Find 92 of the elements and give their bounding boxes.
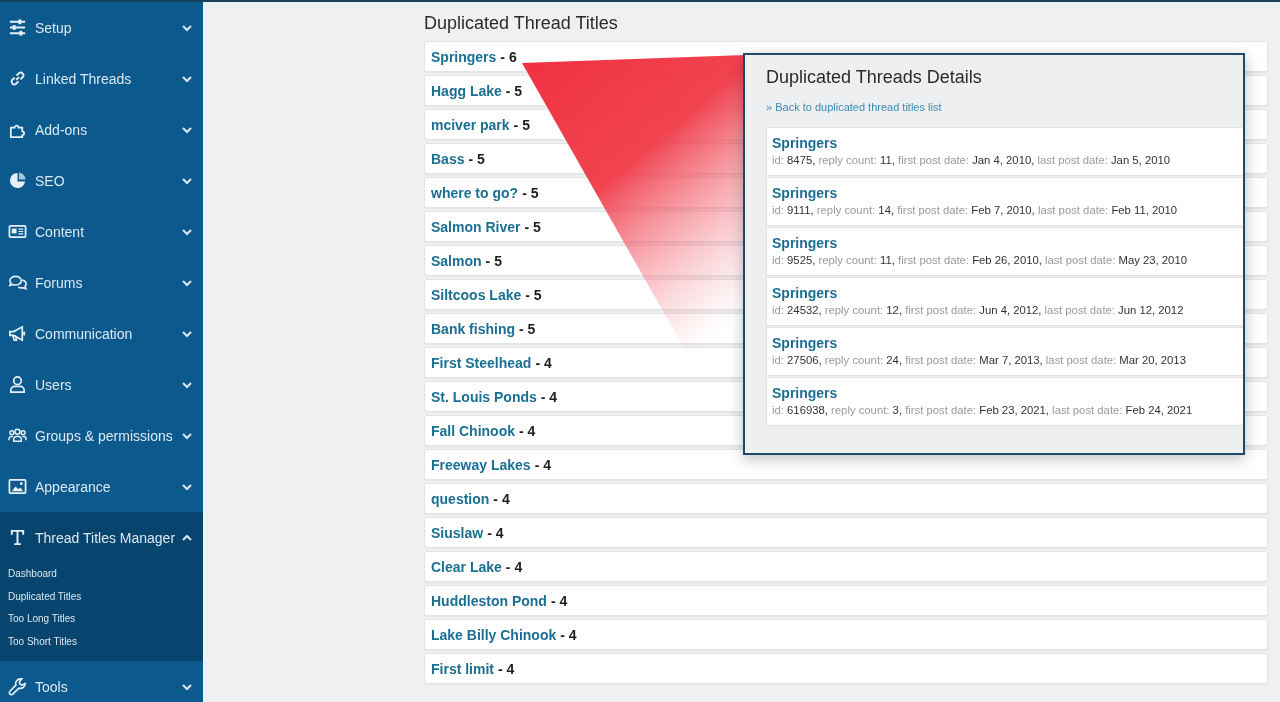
sidebar-item[interactable]: Groups & permissions	[0, 410, 203, 461]
thread-title-link[interactable]: Bass	[431, 150, 465, 167]
sidebar-item-label: Forums	[35, 274, 84, 291]
duplicate-count: - 4	[540, 388, 558, 405]
duplicate-count: - 4	[505, 558, 523, 575]
duplicate-count: - 4	[493, 490, 510, 507]
text-icon	[8, 528, 27, 547]
thread-meta: id: 9525, reply count: 11, first post date: Feb 26, 2010, last post date: May 23, 2010	[772, 253, 1188, 268]
thread-title-link[interactable]: Huddleston Pond	[431, 592, 547, 609]
page-title: Duplicated Thread Titles	[424, 12, 619, 34]
users-icon	[8, 426, 27, 445]
duplicate-count: - 4	[550, 592, 568, 609]
sidebar-item[interactable]: Linked Threads	[0, 53, 203, 104]
newspaper-icon	[8, 222, 27, 241]
duplicate-count: - 4	[487, 524, 504, 541]
sidebar-item[interactable]: Content	[0, 206, 203, 257]
thread-title-link[interactable]: Clear Lake	[431, 558, 502, 575]
duplicate-count: - 5	[525, 286, 542, 303]
duplicate-count: - 5	[519, 320, 536, 337]
thread-title-link[interactable]: Salmon	[431, 252, 482, 269]
duplicate-count: - 4	[519, 422, 536, 439]
sidebar-item[interactable]: Users	[0, 359, 203, 410]
wrench-icon	[8, 677, 27, 696]
sidebar-item[interactable]: Add-ons	[0, 104, 203, 155]
sidebar-item-label: Communication	[35, 325, 134, 342]
thread-title-link[interactable]: Fall Chinook	[431, 422, 515, 439]
thread-meta: id: 9111, reply count: 14, first post date: Feb 7, 2010, last post date: Feb 11, 2010	[772, 203, 1179, 218]
sidebar-item-label: Setup	[35, 19, 73, 36]
thread-title-link[interactable]: Springers	[431, 48, 497, 65]
thread-title-link[interactable]: Springers	[772, 335, 838, 352]
sidebar-item[interactable]: Tools	[0, 661, 203, 702]
thread-title-link[interactable]: First Steelhead	[431, 354, 532, 371]
submenu-link[interactable]: Duplicated Titles	[8, 585, 82, 608]
submenu-link[interactable]: Too Short Titles	[8, 630, 77, 653]
thread-title-link[interactable]: mciver park	[431, 116, 510, 133]
sidebar-item-label: Add-ons	[35, 121, 89, 138]
thread-meta: id: 27506, reply count: 24, first post date: Mar 7, 2013, last post date: Mar 20, 2013	[772, 353, 1187, 368]
sidebar-item-label: Linked Threads	[35, 70, 133, 87]
thread-title-link[interactable]: Salmon River	[431, 218, 521, 235]
pie-chart-icon	[8, 171, 27, 190]
sidebar-item[interactable]: Appearance	[0, 461, 203, 512]
image-icon	[8, 477, 27, 496]
popup-title: Duplicated Threads Details	[766, 66, 983, 89]
thread-title-link[interactable]: First limit	[431, 660, 494, 677]
duplicate-count: - 5	[513, 116, 530, 133]
sidebar-item-label: Groups & permissions	[35, 427, 174, 444]
duplicate-count: - 5	[522, 184, 539, 201]
submenu-link[interactable]: Dashboard	[8, 563, 57, 586]
sidebar-item[interactable]: Setup	[0, 2, 203, 53]
user-icon	[8, 375, 27, 394]
thread-title-link[interactable]: where to go?	[431, 184, 519, 201]
thread-title-link[interactable]: Bank fishing	[431, 320, 515, 337]
sidebar-item-label: Thread Titles Manager	[35, 529, 177, 546]
thread-title-link[interactable]: Springers	[772, 135, 838, 152]
thread-title-link[interactable]: Freeway Lakes	[431, 456, 531, 473]
thread-title-link[interactable]: Hagg Lake	[431, 82, 502, 99]
thread-title-link[interactable]: Lake Billy Chinook	[431, 626, 557, 643]
thread-meta: id: 616938, reply count: 3, first post date: Feb 23, 2021, last post date: Feb 24, 2021	[772, 403, 1194, 418]
thread-meta: id: 8475, reply count: 11, first post date: Jan 4, 2010, last post date: Jan 5, 2010	[772, 153, 1171, 168]
sidebar-item[interactable]: Communication	[0, 308, 203, 359]
duplicate-count: - 5	[505, 82, 523, 99]
thread-title-link[interactable]: Siltcoos Lake	[431, 286, 522, 303]
thread-meta: id: 24532, reply count: 12, first post date: Jun 4, 2012, last post date: Jun 12, 2012	[772, 303, 1185, 318]
thread-title-link[interactable]: Springers	[772, 235, 838, 252]
thread-title-link[interactable]: Springers	[772, 185, 838, 202]
submenu-link[interactable]: Too Long Titles	[8, 608, 76, 631]
sidebar-item-label: Content	[35, 223, 86, 240]
sidebar-item[interactable]: Thread Titles Manager	[0, 512, 203, 563]
thread-title-link[interactable]: St. Louis Ponds	[431, 388, 537, 405]
duplicate-count: - 5	[468, 150, 485, 167]
thread-title-link[interactable]: Springers	[772, 285, 838, 302]
sidebar-item-label: Users	[35, 376, 73, 393]
megaphone-icon	[8, 324, 27, 343]
thread-title-link[interactable]: Siuslaw	[431, 524, 484, 541]
duplicate-count: - 6	[500, 48, 517, 65]
back-link[interactable]: » Back to duplicated thread titles list	[766, 101, 942, 113]
duplicate-count: - 4	[534, 456, 551, 473]
thread-title-link[interactable]: question	[431, 490, 490, 507]
duplicate-count: - 5	[524, 218, 541, 235]
duplicate-count: - 4	[498, 660, 515, 677]
sidebar-item-label: SEO	[35, 172, 66, 189]
duplicate-count: - 5	[485, 252, 502, 269]
sidebar-item[interactable]: SEO	[0, 155, 203, 206]
sidebar-item-label: Appearance	[35, 478, 112, 495]
link-icon	[8, 69, 27, 88]
duplicate-count: - 4	[560, 626, 577, 643]
sliders-icon	[8, 18, 27, 37]
duplicate-count: - 4	[535, 354, 552, 371]
sidebar-item[interactable]: Forums	[0, 257, 203, 308]
sidebar-item-label: Tools	[35, 678, 69, 695]
thread-title-link[interactable]: Springers	[772, 385, 838, 402]
chat-icon	[8, 273, 27, 292]
